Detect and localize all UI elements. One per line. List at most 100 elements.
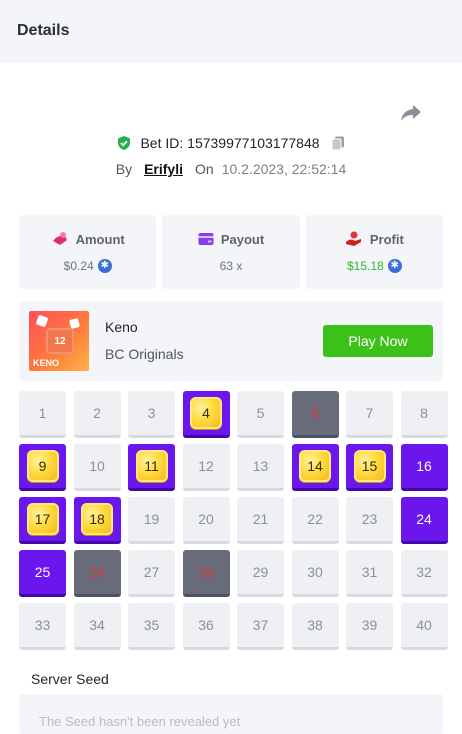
keno-number: 8 (420, 405, 428, 421)
keno-cell-7: 7 (346, 391, 393, 438)
keno-cell-9: 9 (19, 444, 66, 491)
keno-cell-21: 21 (237, 497, 284, 544)
keno-cell-16: 16 (400, 444, 448, 491)
keno-number: 25 (34, 564, 51, 580)
play-now-button[interactable]: Play Now (323, 325, 433, 357)
keno-number: 22 (307, 511, 323, 527)
keno-number: 3 (147, 405, 156, 421)
share-icon[interactable] (399, 103, 423, 123)
keno-number: 23 (361, 511, 378, 527)
keno-number: 12 (198, 458, 214, 474)
keno-cell-11: 11 (128, 444, 175, 491)
server-seed-placeholder: The Seed hasn't been revealed yet (39, 714, 241, 729)
keno-cell-32: 32 (400, 550, 448, 597)
keno-cell-14: 14 (291, 444, 339, 491)
keno-cell-38: 38 (291, 603, 339, 650)
keno-cell-24: 24 (400, 497, 448, 544)
keno-number: 37 (252, 617, 269, 633)
keno-board: 1 2 3 4 5 6 7 8 9 10 11 12 13 14 15 16 17 18 19 20 21 22 23 24 2… (19, 391, 448, 650)
card-icon (198, 233, 214, 245)
keno-number: 5 (256, 405, 265, 421)
keno-cell-28: 28 (182, 550, 230, 597)
keno-cell-39: 39 (346, 603, 393, 650)
keno-cell-1: 1 (19, 391, 66, 438)
amount-label: Amount (75, 231, 125, 247)
gem-icon: 14 (299, 450, 331, 482)
on-label: On (195, 161, 214, 177)
keno-number: 6 (311, 405, 319, 421)
keno-cell-33: 33 (19, 603, 66, 650)
gem-icon: 4 (190, 397, 222, 429)
verified-shield-icon (118, 136, 131, 150)
bet-date: 10.2.2023, 22:52:14 (221, 161, 347, 177)
bet-owner-row: By Erifyli On 10.2.2023, 22:52:14 (0, 160, 462, 178)
keno-cell-3: 3 (128, 391, 175, 438)
gem-icon: 9 (26, 450, 59, 482)
keno-number: 10 (89, 458, 105, 474)
payout-value: 63 x (219, 258, 243, 273)
keno-cell-13: 13 (237, 444, 284, 491)
copy-icon[interactable] (330, 135, 346, 151)
gem-icon: 18 (81, 503, 113, 535)
keno-cell-37: 37 (237, 603, 284, 650)
profit-value: $15.18 (346, 259, 384, 273)
keno-cell-6: 6 (291, 391, 339, 438)
bet-stats: Amount $0.24 ✱ Payout 63 x Profit $15.18… (19, 215, 443, 289)
thumb-number: 12 (46, 328, 74, 354)
keno-number: 32 (416, 564, 432, 580)
keno-number: 40 (416, 617, 432, 633)
keno-cell-22: 22 (291, 497, 339, 544)
keno-cell-34: 34 (73, 603, 121, 650)
keno-number: 29 (252, 564, 269, 580)
keno-number: 28 (198, 564, 214, 580)
gem-icon: 15 (353, 450, 386, 482)
keno-cell-25: 25 (19, 550, 66, 597)
keno-cell-40: 40 (400, 603, 448, 650)
keno-cell-26: 26 (73, 550, 121, 597)
keno-number: 36 (198, 617, 214, 633)
keno-number: 19 (143, 511, 160, 527)
keno-number: 16 (416, 458, 432, 474)
server-seed-label: Server Seed (31, 671, 109, 687)
keno-number: 20 (198, 511, 214, 527)
gem-icon: 17 (26, 503, 59, 535)
keno-cell-35: 35 (128, 603, 175, 650)
keno-number: 7 (365, 405, 374, 421)
keno-number: 26 (89, 564, 105, 580)
keno-number: 27 (143, 564, 160, 580)
keno-number: 30 (307, 564, 323, 580)
bet-id-row: Bet ID: 15739977103177848 (0, 134, 462, 152)
details-header: Details (0, 0, 462, 61)
keno-cell-17: 17 (19, 497, 66, 544)
keno-number: 39 (361, 617, 378, 633)
wallet-hand-icon (52, 232, 67, 245)
keno-number: 24 (416, 511, 432, 527)
keno-number: 35 (143, 617, 160, 633)
profit-label: Profit (369, 231, 404, 247)
dice-decoration (35, 314, 49, 328)
stat-payout: Payout 63 x (162, 215, 300, 289)
page-title: Details (17, 21, 70, 39)
amount-value: $0.24 (63, 259, 94, 273)
game-provider: BC Originals (105, 346, 184, 362)
keno-number: 38 (307, 617, 323, 633)
currency-coin-icon: ✱ (387, 259, 402, 273)
keno-cell-27: 27 (128, 550, 175, 597)
user-link[interactable]: Erifyli (144, 161, 183, 177)
currency-coin-icon: ✱ (97, 259, 112, 273)
header-divider (0, 61, 462, 62)
keno-cell-4: 4 (182, 391, 230, 438)
game-name: Keno (105, 319, 138, 335)
keno-cell-18: 18 (73, 497, 121, 544)
keno-number: 1 (38, 405, 47, 421)
keno-thumbnail[interactable]: 12 KENO (29, 311, 89, 371)
server-seed-field[interactable]: The Seed hasn't been revealed yet (19, 694, 443, 734)
by-label: By (115, 161, 133, 177)
stat-profit: Profit $15.18 ✱ (305, 215, 443, 289)
keno-cell-5: 5 (237, 391, 284, 438)
keno-cell-30: 30 (291, 550, 339, 597)
gem-icon: 11 (135, 450, 168, 482)
bet-id: Bet ID: 15739977103177848 (140, 135, 320, 151)
keno-number: 13 (252, 458, 269, 474)
stat-amount: Amount $0.24 ✱ (19, 215, 157, 289)
